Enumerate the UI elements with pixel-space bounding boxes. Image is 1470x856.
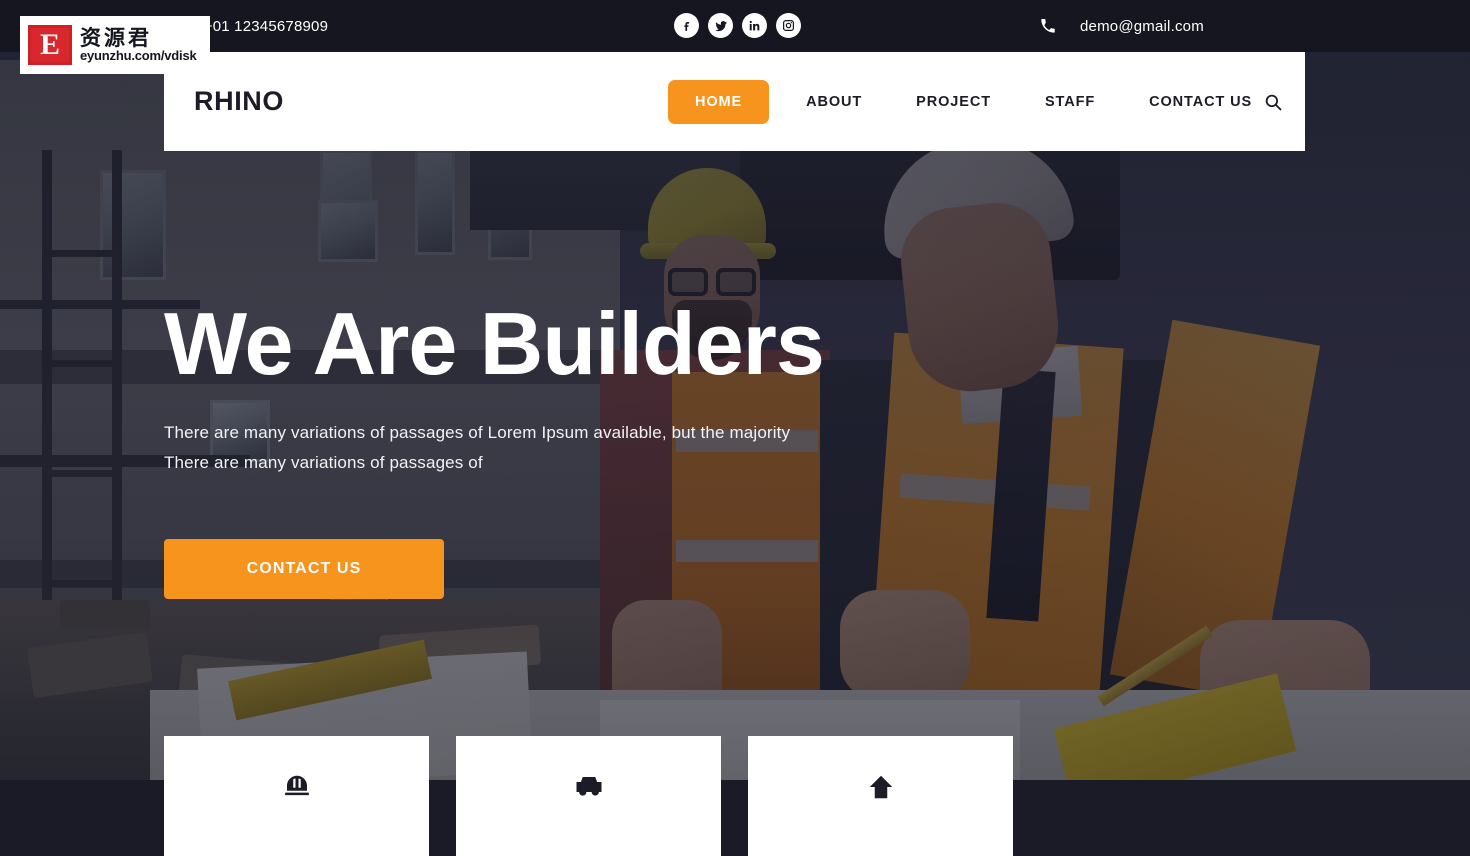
hero-title: We Are Builders xyxy=(164,300,824,388)
twitter-icon[interactable] xyxy=(708,13,733,38)
nav-item-about[interactable]: ABOUT xyxy=(779,94,889,110)
hero-section: We Are Builders There are many variation… xyxy=(164,300,824,599)
watermark-url: eyunzhu.com/vdisk xyxy=(80,49,197,63)
feature-cards xyxy=(164,736,1014,856)
feature-card-2[interactable] xyxy=(456,736,721,856)
crane-icon xyxy=(866,772,896,807)
hero-subtitle-line-2: There are many variations of passages of xyxy=(164,448,824,478)
watermark-chinese-name: 资源君 xyxy=(80,27,197,49)
contact-us-button[interactable]: CONTACT US xyxy=(164,539,444,599)
hero-subtitle: There are many variations of passages of… xyxy=(164,418,824,478)
hero-subtitle-line-1: There are many variations of passages of… xyxy=(164,418,824,448)
nav-item-project[interactable]: PROJECT xyxy=(889,94,1018,110)
nav-menu: HOME ABOUT PROJECT STAFF CONTACT US xyxy=(668,52,1279,151)
site-logo[interactable]: RHINO xyxy=(194,86,284,117)
email-text: demo@gmail.com xyxy=(1080,18,1204,35)
facebook-icon[interactable] xyxy=(674,13,699,38)
watermark-text: 资源君 eyunzhu.com/vdisk xyxy=(80,27,197,63)
feature-card-3[interactable] xyxy=(748,736,1013,856)
nav-item-staff[interactable]: STAFF xyxy=(1018,94,1122,110)
watermark-overlay: E 资源君 eyunzhu.com/vdisk xyxy=(20,16,210,74)
email-contact: demo@gmail.com xyxy=(1040,0,1204,52)
helmet-icon xyxy=(282,772,312,807)
nav-item-contact-us[interactable]: CONTACT US xyxy=(1122,94,1279,110)
main-navigation-bar: RHINO HOME ABOUT PROJECT STAFF CONTACT U… xyxy=(164,52,1305,151)
linkedin-icon[interactable] xyxy=(742,13,767,38)
feature-card-1[interactable] xyxy=(164,736,429,856)
top-contact-bar: Call : +01 12345678909 demo@gmail.com xyxy=(0,0,1470,52)
search-icon[interactable] xyxy=(1264,93,1282,111)
social-links xyxy=(674,13,801,38)
nav-item-home[interactable]: HOME xyxy=(668,80,769,124)
instagram-icon[interactable] xyxy=(776,13,801,38)
watermark-logo-letter: E xyxy=(28,25,72,65)
phone-icon xyxy=(1040,18,1056,34)
truck-icon xyxy=(574,772,604,807)
